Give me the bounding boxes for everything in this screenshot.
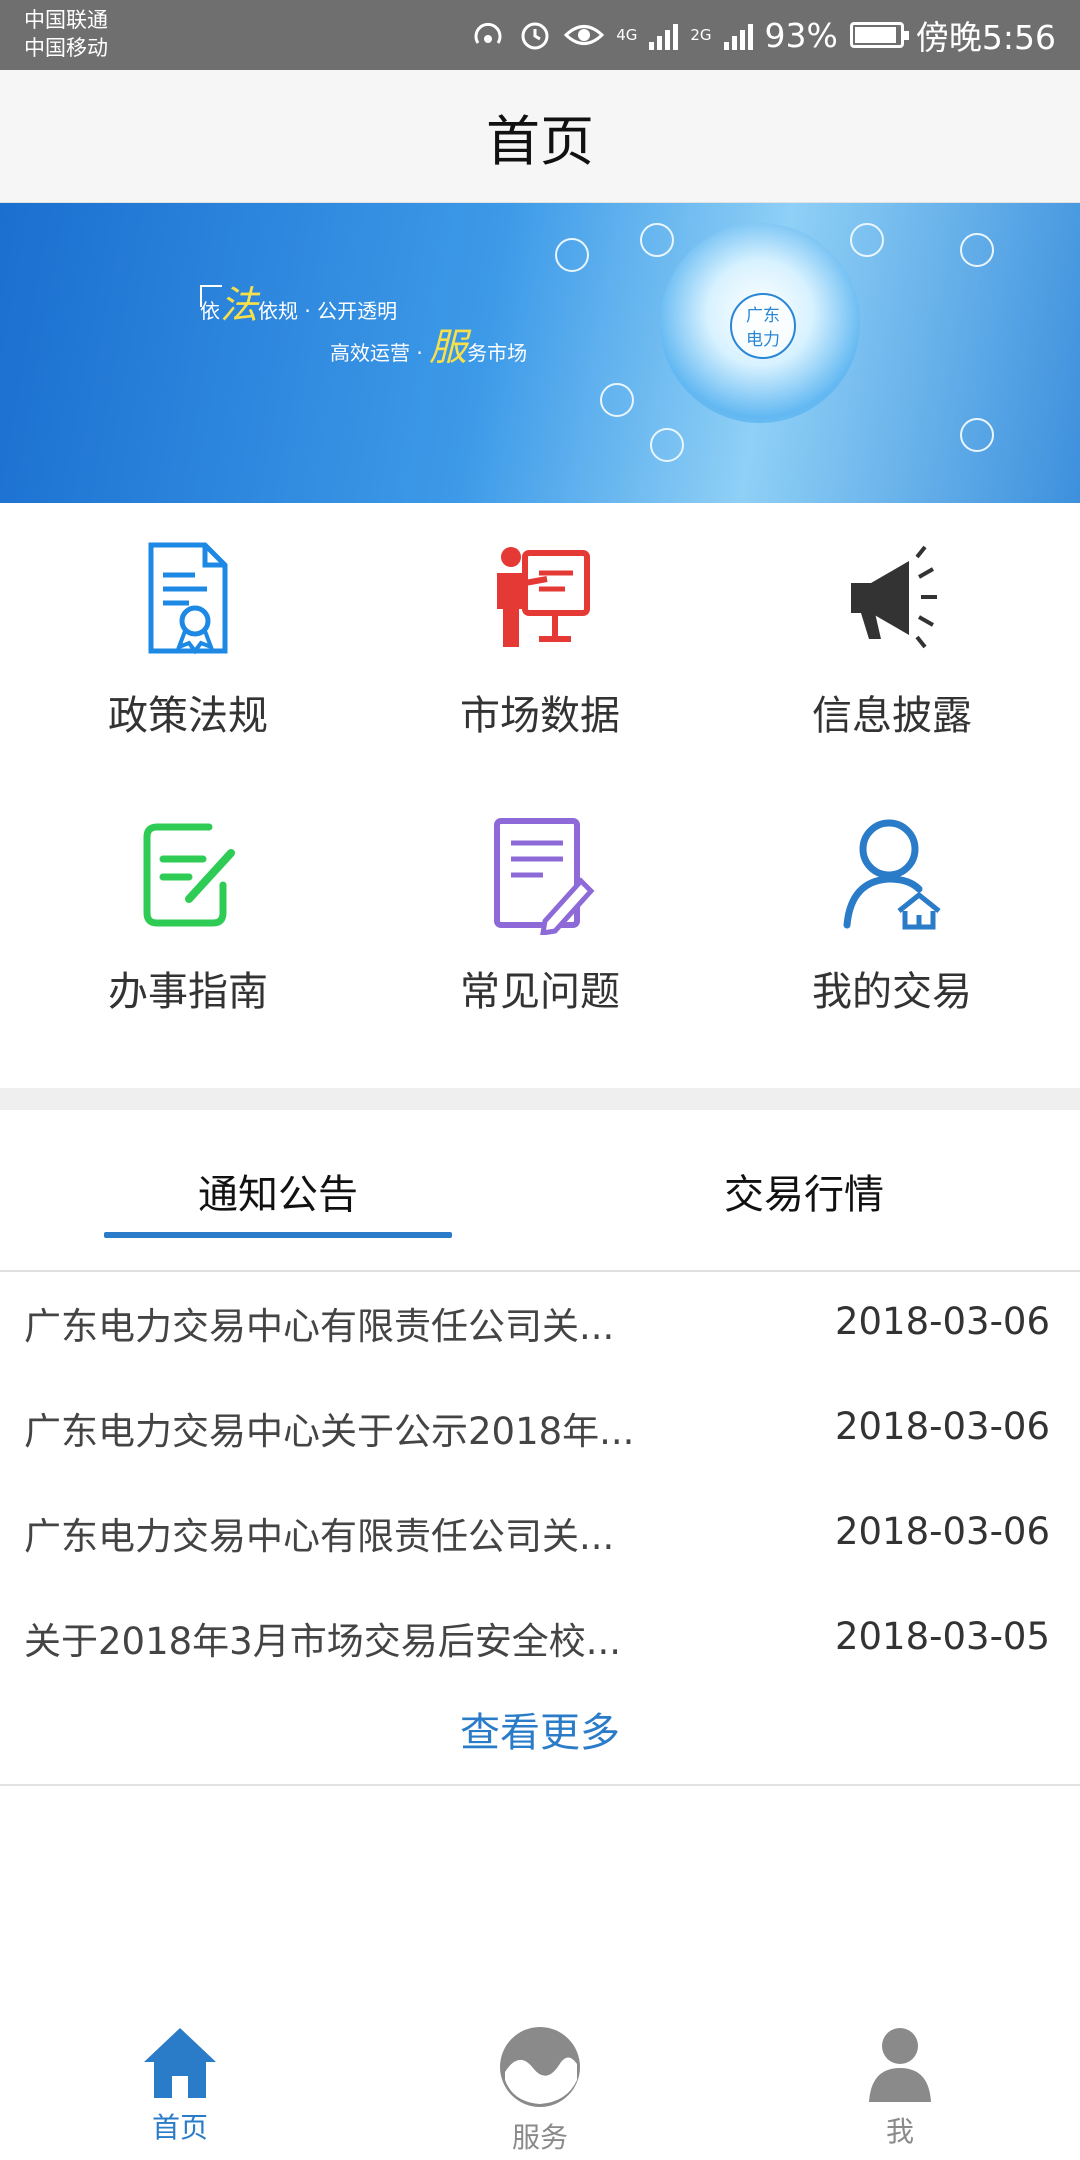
list-bottom-divider: [0, 1784, 1080, 1786]
grid-item-market-data[interactable]: 市场数据: [360, 539, 720, 741]
function-grid: 政策法规 市场数据 信息披露 办事指南 常见问题 我的交易: [0, 503, 1080, 1088]
active-tab-indicator: [104, 1232, 452, 1238]
banner-person-icon: [850, 223, 884, 257]
signal-2-icon: [723, 20, 753, 50]
home-icon: [144, 2028, 216, 2098]
banner[interactable]: 依法依规 · 公开透明 高效运营 · 服务市场 广东 电力: [0, 203, 1080, 503]
certificate-document-icon: [148, 542, 228, 655]
eye-icon: [564, 25, 605, 45]
news-title: 关于2018年3月市场交易后安全校...: [24, 1620, 621, 1663]
bottom-nav-service[interactable]: 服务: [360, 2010, 720, 2160]
carrier-1: 中国联通: [24, 8, 108, 32]
news-row[interactable]: 关于2018年3月市场交易后安全校... 2018-03-05: [0, 1589, 1080, 1694]
grid-item-label: 市场数据: [460, 693, 620, 739]
page-title: 首页: [486, 109, 594, 173]
edit-note-icon: [143, 823, 235, 927]
grid-item-my-trade[interactable]: 我的交易: [712, 815, 1072, 1017]
section-divider: [0, 1088, 1080, 1110]
grid-item-faq[interactable]: 常见问题: [360, 815, 720, 1017]
bottom-nav-label: 服务: [511, 2121, 568, 2154]
grid-item-guide[interactable]: 办事指南: [8, 815, 368, 1017]
signal-1-icon: [649, 20, 679, 50]
carrier-2: 中国移动: [24, 36, 108, 60]
network-1-label: 4G: [616, 26, 638, 44]
news-row[interactable]: 广东电力交易中心有限责任公司关... 2018-03-06: [0, 1274, 1080, 1379]
slogan-1-suffix: 依规 · 公开透明: [258, 299, 398, 323]
person-icon: [869, 2028, 931, 2102]
bottom-nav-label: 我: [885, 2115, 914, 2148]
news-date: 2018-03-06: [834, 1405, 1050, 1448]
slogan-1-highlight: 法: [220, 283, 259, 327]
slogan-2-prefix: 高效运营 ·: [330, 341, 430, 365]
banner-dollar-icon: [960, 233, 994, 267]
news-row[interactable]: 广东电力交易中心有限责任公司关... 2018-03-06: [0, 1484, 1080, 1589]
grid-item-label: 政策法规: [108, 693, 268, 739]
news-date: 2018-03-05: [834, 1615, 1050, 1658]
battery-icon: [849, 22, 909, 48]
network-2-label: 2G: [690, 26, 712, 44]
banner-logo: 广东 电力: [730, 293, 796, 359]
bottom-nav-home[interactable]: 首页: [0, 2010, 360, 2160]
news-title: 广东电力交易中心关于公示2018年...: [24, 1410, 635, 1453]
banner-bank-icon: [650, 428, 684, 462]
news-date: 2018-03-06: [834, 1300, 1050, 1343]
tab-market[interactable]: 交易行情: [620, 1110, 988, 1272]
bottom-nav-label: 首页: [151, 2111, 208, 2144]
grid-item-disclosure[interactable]: 信息披露: [712, 539, 1072, 741]
megaphone-icon: [851, 545, 937, 649]
banner-chart-icon: [555, 238, 589, 272]
banner-device-icon: [960, 418, 994, 452]
view-more-link[interactable]: 查看更多: [0, 1700, 1080, 1758]
nav-bar: 首页: [0, 70, 1080, 203]
user-house-icon: [843, 819, 941, 930]
hotspot-icon: [474, 22, 502, 44]
news-date: 2018-03-06: [834, 1510, 1050, 1553]
grid-item-label: 信息披露: [812, 693, 972, 739]
tab-bar: 通知公告 交易行情: [0, 1110, 1080, 1272]
alarm-icon: [521, 22, 549, 50]
presenter-board-icon: [497, 547, 590, 647]
bottom-nav: 首页 服务 我: [0, 2010, 1080, 2160]
banner-slogan: 依法依规 · 公开透明 高效运营 · 服务市场: [200, 286, 528, 371]
slogan-2-suffix: 务市场: [467, 341, 528, 365]
news-title: 广东电力交易中心有限责任公司关...: [24, 1305, 615, 1348]
news-title: 广东电力交易中心有限责任公司关...: [24, 1515, 615, 1558]
status-bar: 中国联通 中国移动 4G 2G 93% 傍晚5:56: [0, 0, 1080, 70]
carrier-info: 中国联通 中国移动: [24, 6, 108, 62]
clock: 傍晚5:56: [915, 18, 1056, 57]
battery-percent: 93%: [764, 15, 838, 55]
status-icons: 4G 2G 93% 傍晚5:56: [470, 0, 1056, 70]
tab-notices[interactable]: 通知公告: [104, 1110, 452, 1272]
grid-item-label: 我的交易: [812, 969, 972, 1015]
bottom-nav-me[interactable]: 我: [720, 2010, 1080, 2160]
banner-money-icon: [600, 383, 634, 417]
banner-shield-icon: [640, 223, 674, 257]
news-row[interactable]: 广东电力交易中心关于公示2018年... 2018-03-06: [0, 1379, 1080, 1484]
notepad-pencil-icon: [494, 818, 595, 937]
slogan-1-prefix: 依: [200, 299, 220, 323]
slogan-2-highlight: 服: [429, 325, 468, 369]
service-globe-icon: [500, 2027, 580, 2107]
grid-item-policy[interactable]: 政策法规: [8, 539, 368, 741]
grid-item-label: 办事指南: [108, 969, 268, 1015]
grid-item-label: 常见问题: [460, 969, 620, 1015]
